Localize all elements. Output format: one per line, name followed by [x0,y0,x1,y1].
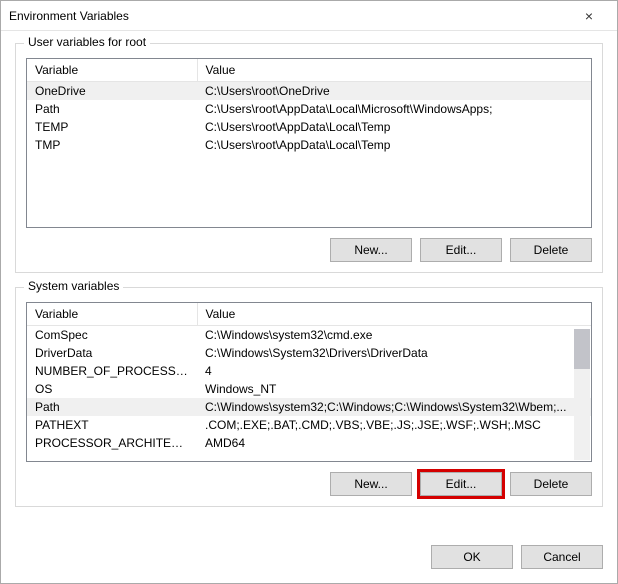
dialog-content: User variables for root Variable Value O… [1,31,617,535]
column-header-variable[interactable]: Variable [27,59,197,82]
user-edit-button[interactable]: Edit... [420,238,502,262]
cell-variable: NUMBER_OF_PROCESSORS [27,362,197,380]
table-row[interactable]: OSWindows_NT [27,380,591,398]
table-row[interactable]: TMPC:\Users\root\AppData\Local\Temp [27,136,591,154]
cell-variable: ComSpec [27,326,197,345]
system-variables-table[interactable]: Variable Value ComSpecC:\Windows\system3… [26,302,592,462]
cell-variable: OneDrive [27,82,197,101]
cell-variable: DriverData [27,344,197,362]
system-edit-button[interactable]: Edit... [420,472,502,496]
cell-value: C:\Users\root\AppData\Local\Microsoft\Wi… [197,100,591,118]
system-buttons-row: New... Edit... Delete [26,462,592,496]
table-row[interactable]: ComSpecC:\Windows\system32\cmd.exe [27,326,591,345]
table-row[interactable]: PATHEXT.COM;.EXE;.BAT;.CMD;.VBS;.VBE;.JS… [27,416,591,434]
window-title: Environment Variables [9,9,569,23]
system-delete-button[interactable]: Delete [510,472,592,496]
user-new-button[interactable]: New... [330,238,412,262]
cell-variable: PATHEXT [27,416,197,434]
user-delete-button[interactable]: Delete [510,238,592,262]
close-button[interactable]: × [569,2,609,30]
cancel-button[interactable]: Cancel [521,545,603,569]
table-row[interactable]: DriverDataC:\Windows\System32\Drivers\Dr… [27,344,591,362]
cell-variable: Path [27,398,197,416]
cell-value: .COM;.EXE;.BAT;.CMD;.VBS;.VBE;.JS;.JSE;.… [197,416,591,434]
table-row[interactable]: TEMPC:\Users\root\AppData\Local\Temp [27,118,591,136]
cell-value: C:\Windows\System32\Drivers\DriverData [197,344,591,362]
cell-value: C:\Windows\system32;C:\Windows;C:\Window… [197,398,591,416]
cell-value: Windows_NT [197,380,591,398]
cell-value: C:\Users\root\OneDrive [197,82,591,101]
environment-variables-dialog: Environment Variables × User variables f… [0,0,618,584]
user-variables-table[interactable]: Variable Value OneDriveC:\Users\root\One… [26,58,592,228]
table-row[interactable]: PathC:\Users\root\AppData\Local\Microsof… [27,100,591,118]
system-new-button[interactable]: New... [330,472,412,496]
cell-variable: TEMP [27,118,197,136]
close-icon: × [585,8,593,24]
ok-button[interactable]: OK [431,545,513,569]
cell-value: AMD64 [197,434,591,452]
cell-value: C:\Windows\system32\cmd.exe [197,326,591,345]
scrollbar-thumb[interactable] [574,329,590,369]
column-header-value[interactable]: Value [197,59,591,82]
system-scrollbar[interactable] [574,329,590,460]
table-row[interactable]: PathC:\Windows\system32;C:\Windows;C:\Wi… [27,398,591,416]
cell-value: 4 [197,362,591,380]
user-buttons-row: New... Edit... Delete [26,228,592,262]
cell-value: C:\Users\root\AppData\Local\Temp [197,136,591,154]
cell-variable: TMP [27,136,197,154]
cell-variable: OS [27,380,197,398]
cell-variable: PROCESSOR_ARCHITECTURE [27,434,197,452]
titlebar: Environment Variables × [1,1,617,31]
system-variables-legend: System variables [24,279,123,293]
column-header-value[interactable]: Value [197,303,591,326]
system-variables-group: System variables Variable Value ComSpecC… [15,287,603,507]
cell-variable: Path [27,100,197,118]
table-row[interactable]: NUMBER_OF_PROCESSORS4 [27,362,591,380]
table-row[interactable]: OneDriveC:\Users\root\OneDrive [27,82,591,101]
cell-value: C:\Users\root\AppData\Local\Temp [197,118,591,136]
user-variables-legend: User variables for root [24,35,150,49]
dialog-footer: OK Cancel [1,535,617,583]
table-row[interactable]: PROCESSOR_ARCHITECTUREAMD64 [27,434,591,452]
column-header-variable[interactable]: Variable [27,303,197,326]
user-variables-group: User variables for root Variable Value O… [15,43,603,273]
